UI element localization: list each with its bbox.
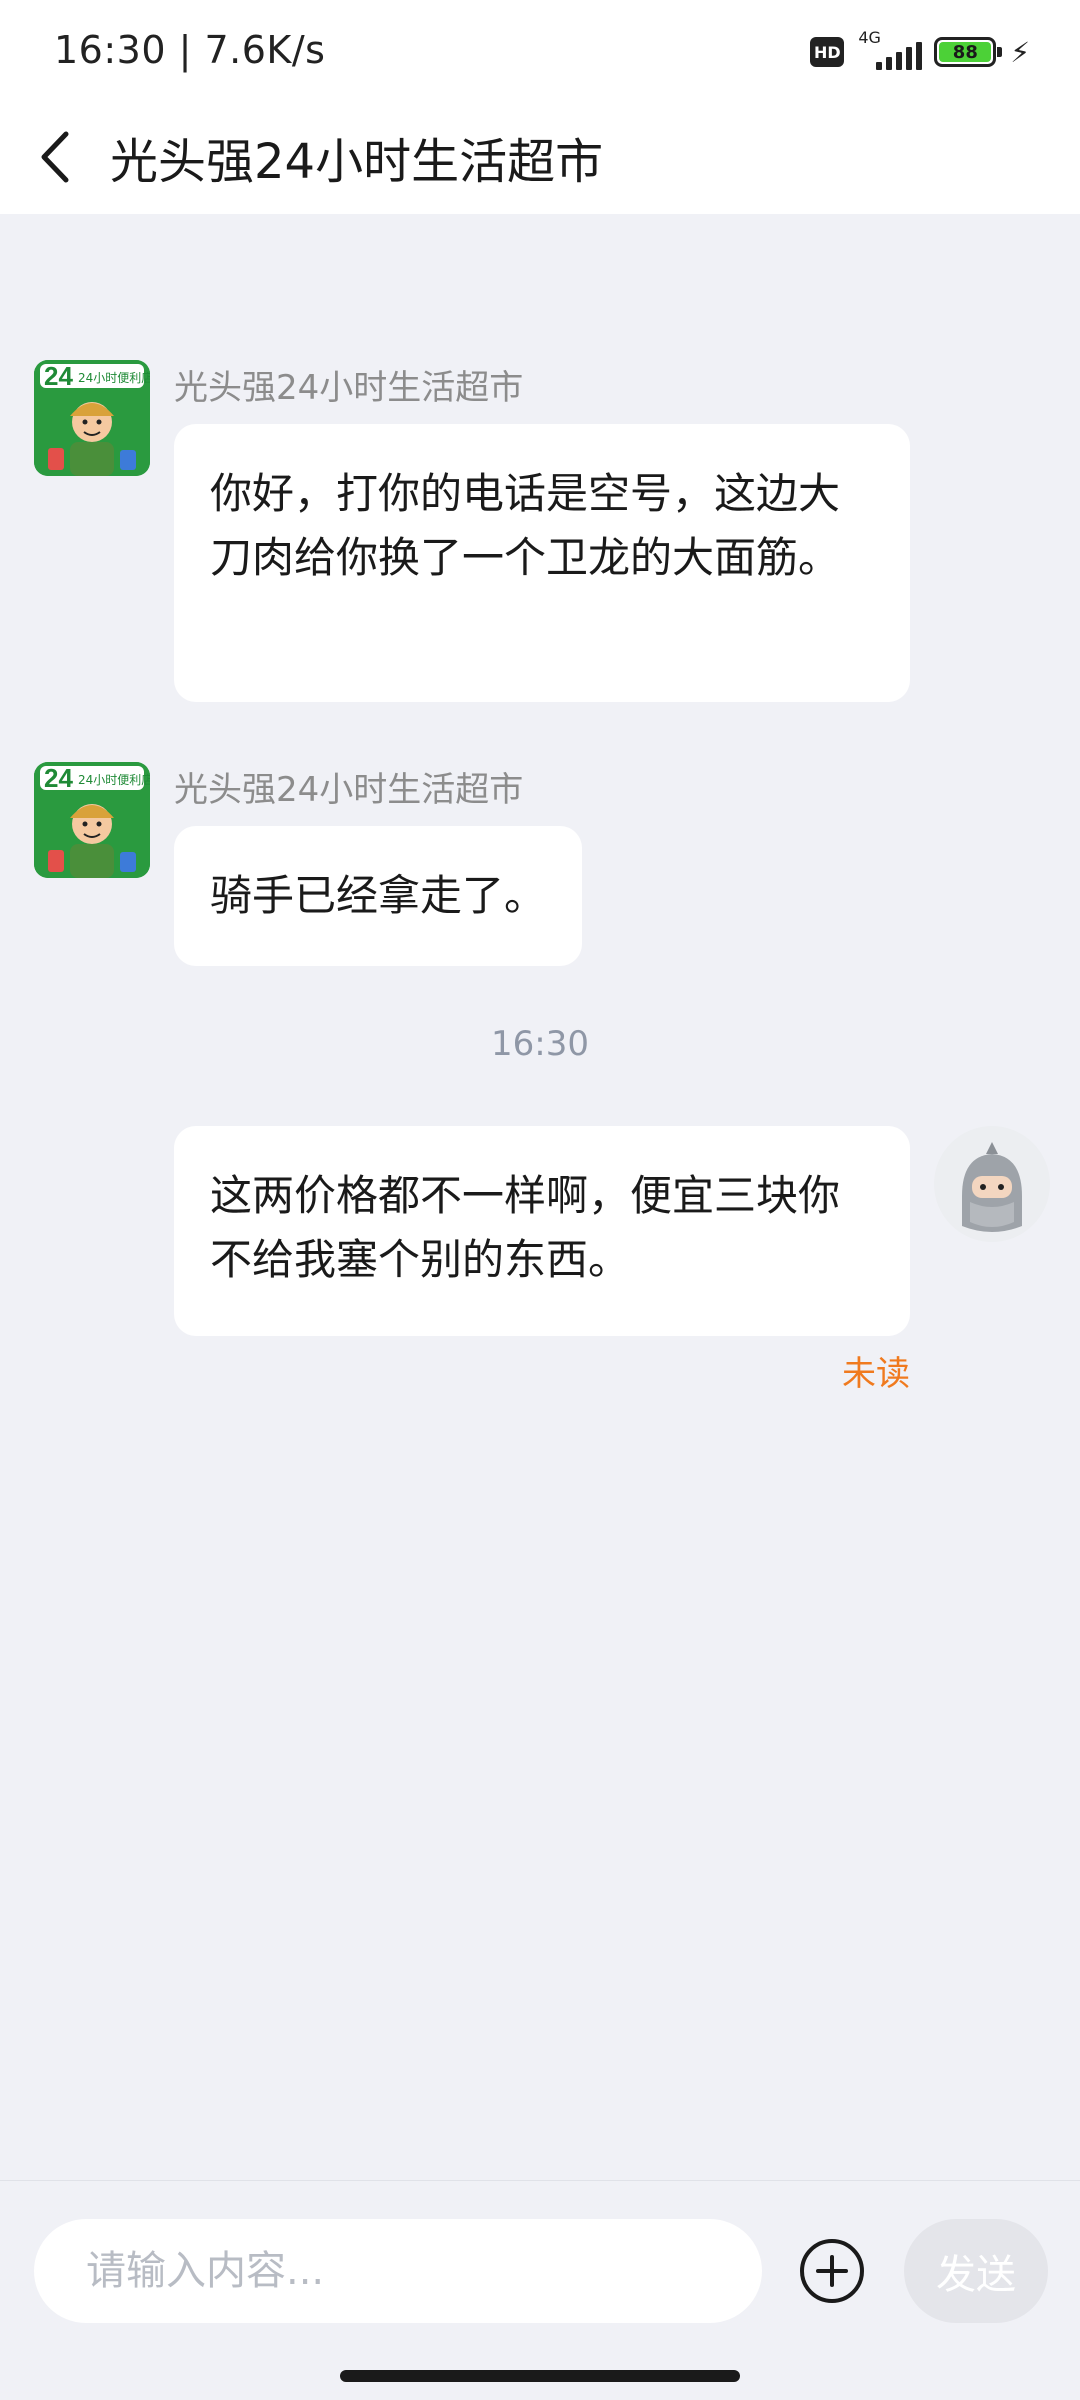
status-bar: 16:30 | 7.6K/s HD 4G 88 ⚡: [0, 0, 1080, 100]
chat-header: 光头强24小时生活超市: [0, 100, 1080, 214]
signal-bars: [876, 42, 923, 70]
sender-name: 光头强24小时生活超市: [174, 368, 524, 408]
message-input[interactable]: [34, 2219, 762, 2323]
message-bubble-incoming[interactable]: 骑手已经拿走了。: [174, 826, 583, 966]
shop-avatar-text: 24小时便利店: [78, 773, 150, 787]
shop-avatar[interactable]: 24 24小时便利店: [34, 762, 150, 878]
back-button[interactable]: [0, 100, 110, 214]
composer-bar: 发送: [0, 2180, 1080, 2360]
svg-text:24: 24: [44, 763, 73, 793]
page-title: 光头强24小时生活超市: [110, 134, 604, 190]
shop-logo-icon: 24 24小时便利店: [34, 762, 150, 878]
shop-avatar-text: 24小时便利店: [78, 371, 150, 385]
message-bubble-outgoing[interactable]: 这两价格都不一样啊，便宜三块你不给我塞个别的东西。: [174, 1126, 910, 1336]
read-status-badge: 未读: [842, 1354, 910, 1394]
shop-logo-icon: 24 24小时便利店: [34, 360, 150, 476]
send-button[interactable]: 发送: [904, 2219, 1048, 2323]
svg-text:24: 24: [44, 361, 73, 391]
shop-avatar[interactable]: 24 24小时便利店: [34, 360, 150, 476]
message-bubble-incoming[interactable]: 你好，打你的电话是空号，这边大刀肉给你换了一个卫龙的大面筋。: [174, 424, 910, 702]
user-avatar-icon: [934, 1126, 1050, 1242]
user-avatar[interactable]: [934, 1126, 1050, 1242]
battery-level: 88: [939, 42, 992, 63]
signal-icon: 4G: [854, 28, 924, 74]
sender-name: 光头强24小时生活超市: [174, 770, 524, 810]
battery-icon: 88: [934, 37, 1003, 67]
status-time-speed: 16:30 | 7.6K/s: [54, 28, 326, 72]
message-timestamp: 16:30: [491, 1024, 589, 1064]
status-icons: HD 4G 88 ⚡: [810, 28, 1030, 74]
chevron-left-icon: [41, 131, 69, 183]
home-indicator[interactable]: [340, 2370, 740, 2382]
chat-message-list[interactable]: 24 24小时便利店 光头强24小时生活超市 你好，打你的电话是空号，这边大刀肉…: [0, 214, 1080, 2180]
hd-icon: HD: [810, 37, 845, 67]
plus-circle-icon: [800, 2239, 864, 2303]
charging-icon: ⚡: [1010, 35, 1030, 69]
attach-button[interactable]: [798, 2237, 866, 2305]
